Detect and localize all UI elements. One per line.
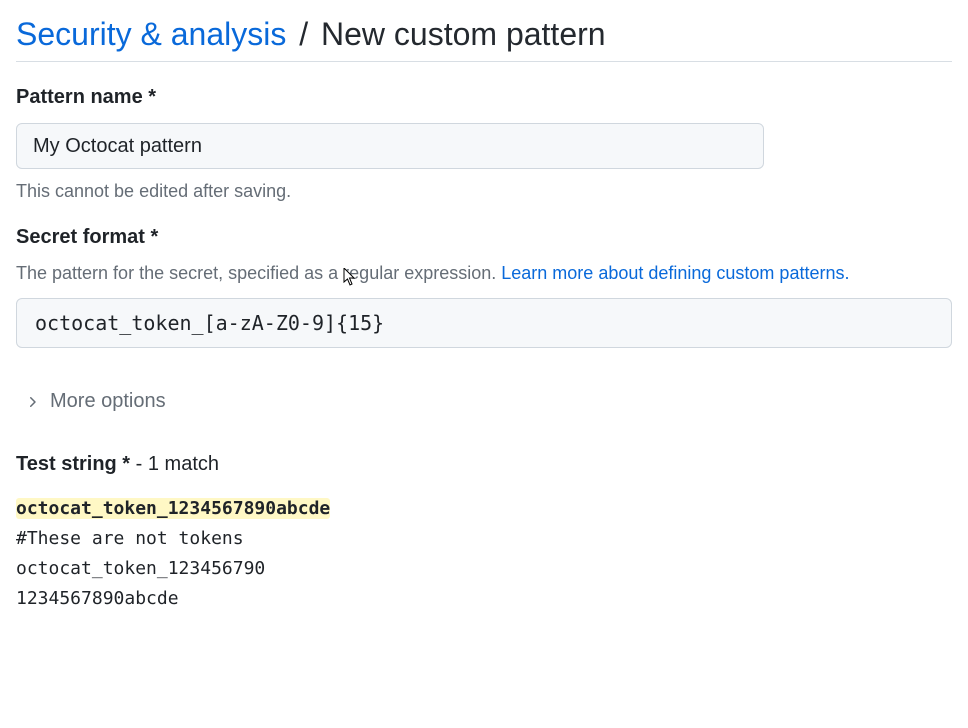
breadcrumb-separator: /: [295, 16, 312, 52]
test-string-area[interactable]: octocat_token_1234567890abcde #These are …: [16, 494, 952, 614]
breadcrumb-link-security[interactable]: Security & analysis: [16, 16, 286, 52]
learn-more-link[interactable]: Learn more about defining custom pattern…: [501, 263, 849, 283]
pattern-name-input[interactable]: [16, 123, 764, 169]
secret-format-label: Secret format *: [16, 226, 952, 249]
secret-format-input[interactable]: [16, 298, 952, 348]
test-string-group: Test string * - 1 match octocat_token_12…: [16, 453, 952, 614]
test-string-label: Test string * - 1 match: [16, 453, 952, 476]
test-string-label-strong: Test string *: [16, 453, 130, 475]
page-title: Security & analysis / New custom pattern: [16, 16, 952, 62]
secret-format-group: Secret format * The pattern for the secr…: [16, 226, 952, 348]
chevron-right-icon: [24, 394, 40, 410]
breadcrumb-current: New custom pattern: [321, 16, 606, 52]
test-line: 1234567890abcde: [16, 584, 952, 614]
secret-format-desc: The pattern for the secret, specified as…: [16, 263, 952, 284]
pattern-name-label: Pattern name *: [16, 86, 952, 109]
test-line: octocat_token_123456790: [16, 554, 952, 584]
test-line: #These are not tokens: [16, 524, 952, 554]
more-options-label: More options: [50, 390, 166, 413]
pattern-name-group: Pattern name * This cannot be edited aft…: [16, 86, 952, 202]
pattern-name-helper: This cannot be edited after saving.: [16, 181, 952, 202]
more-options-toggle[interactable]: More options: [24, 390, 166, 413]
match-highlight: octocat_token_1234567890abcde: [16, 498, 330, 519]
secret-format-desc-text: The pattern for the secret, specified as…: [16, 263, 501, 283]
test-string-match-count: - 1 match: [130, 453, 219, 475]
test-line: octocat_token_1234567890abcde: [16, 494, 952, 524]
